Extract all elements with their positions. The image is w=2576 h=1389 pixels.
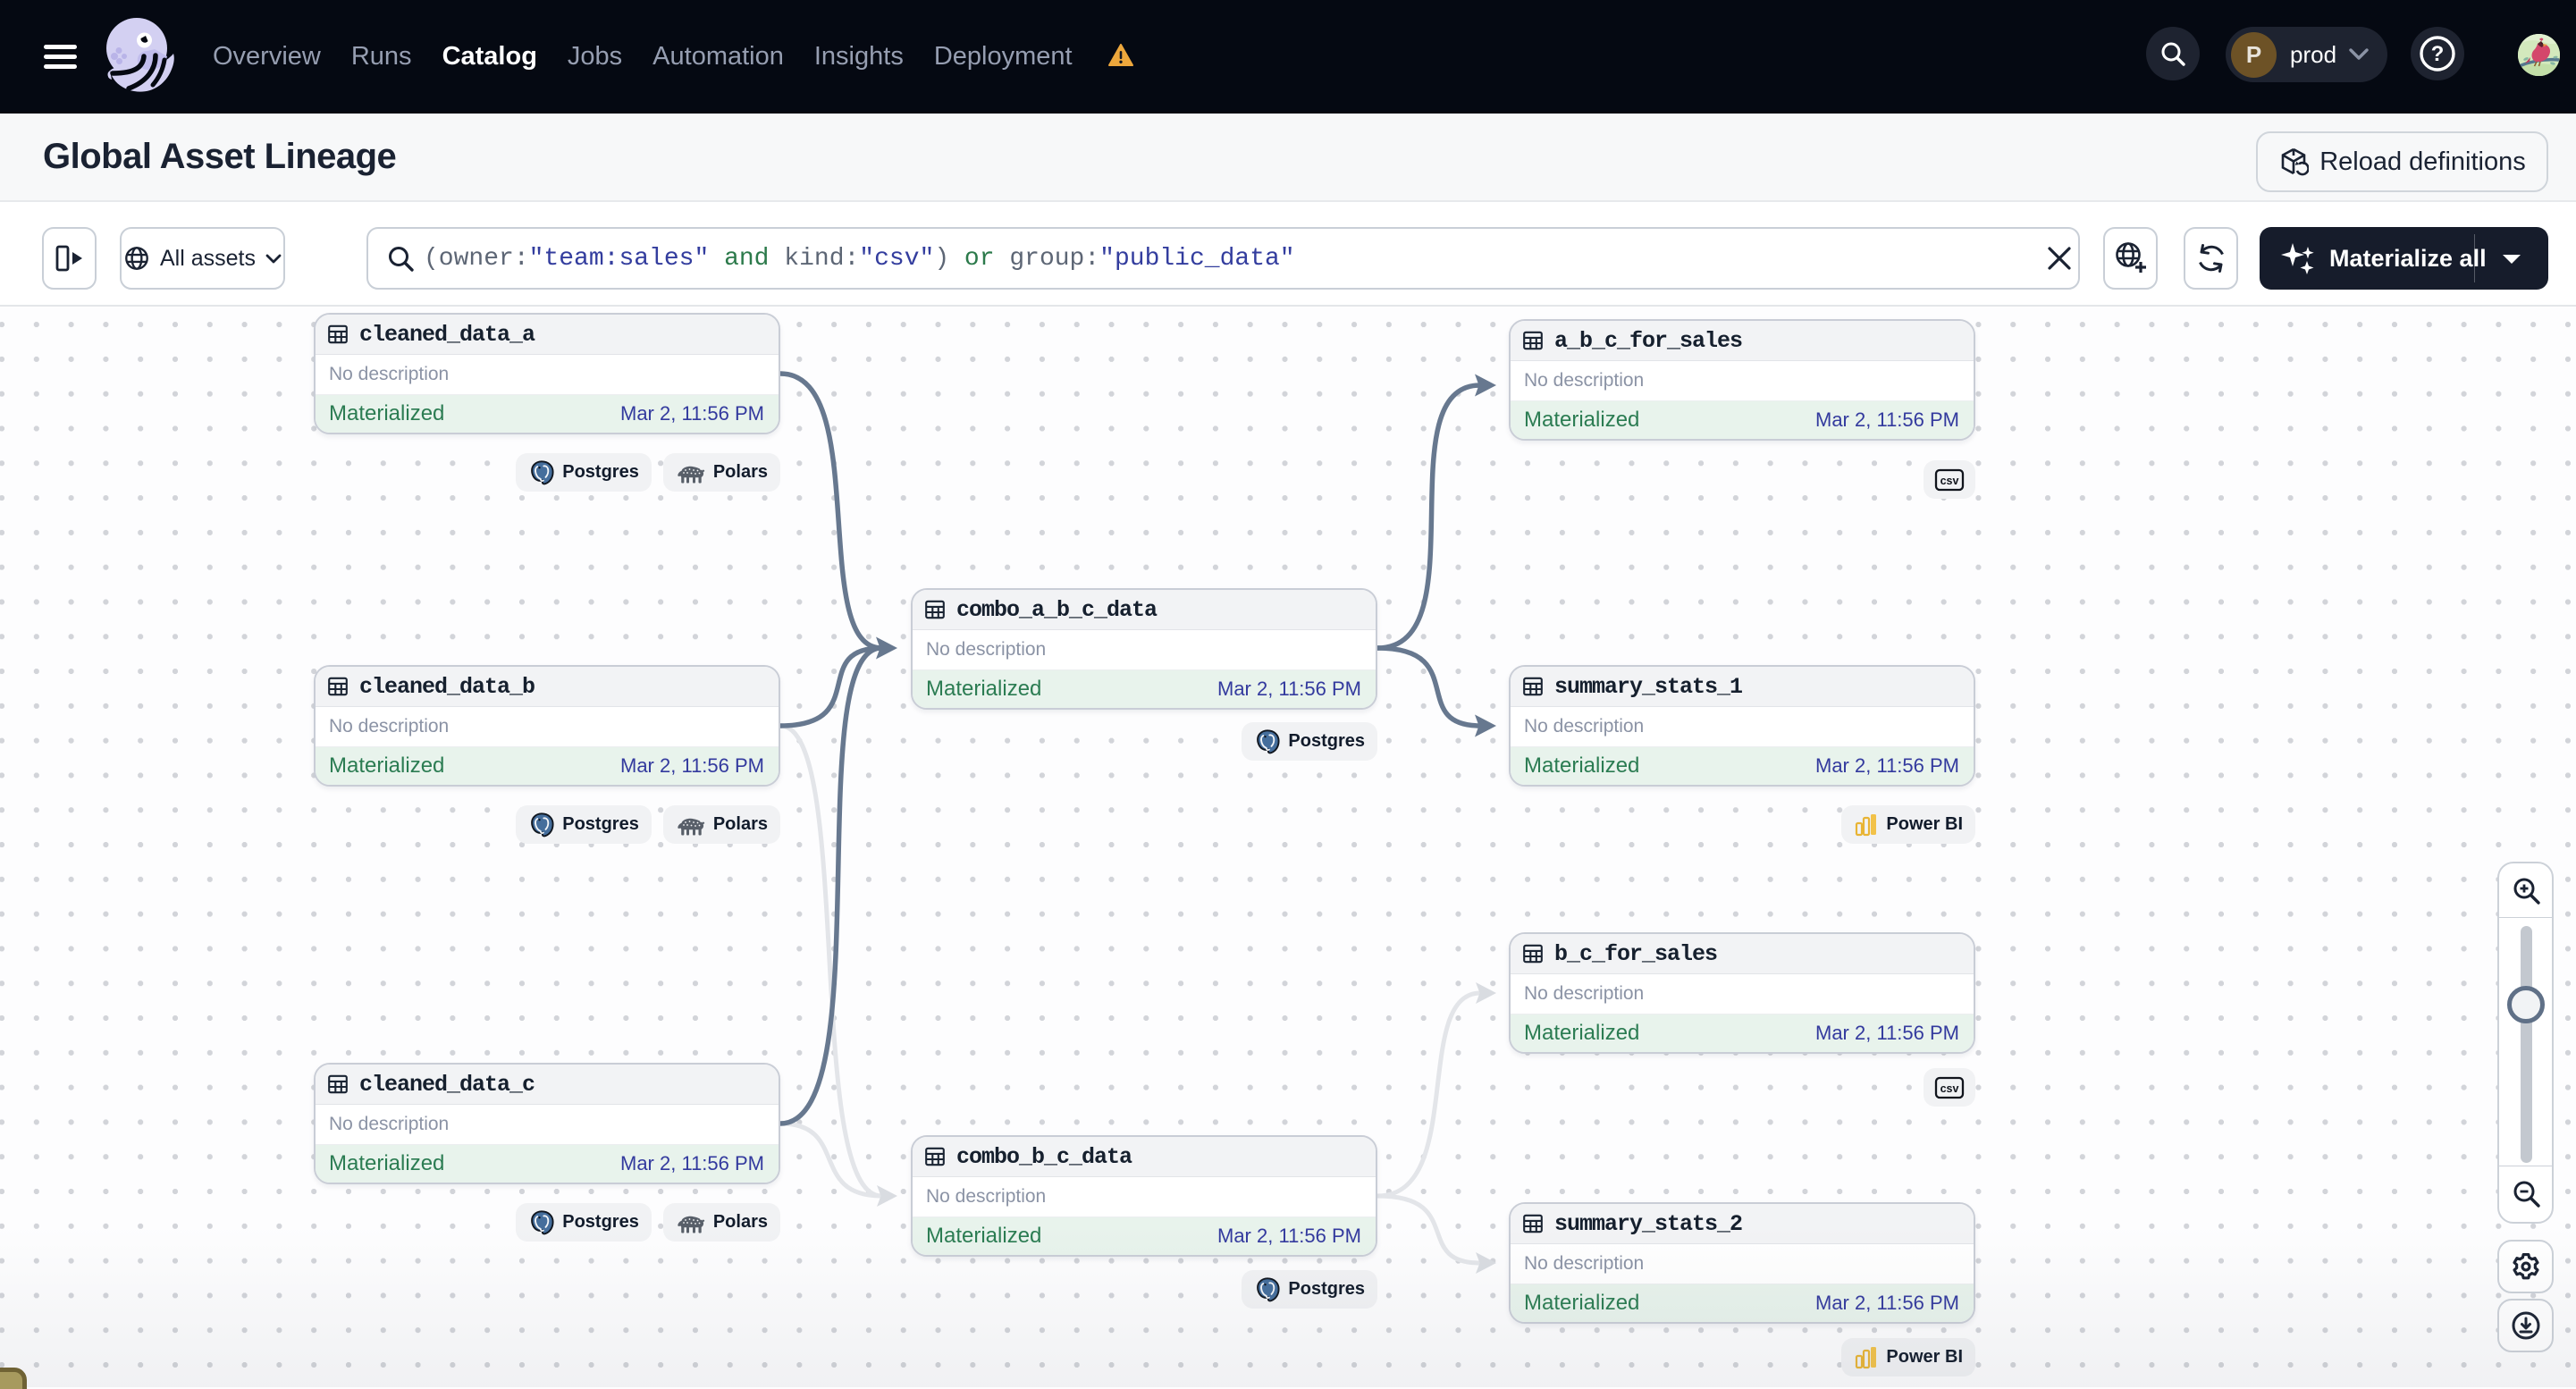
svg-text:csv: csv [1940, 474, 1959, 486]
svg-text:?: ? [2431, 42, 2445, 66]
svg-text:csv: csv [1940, 1082, 1959, 1094]
